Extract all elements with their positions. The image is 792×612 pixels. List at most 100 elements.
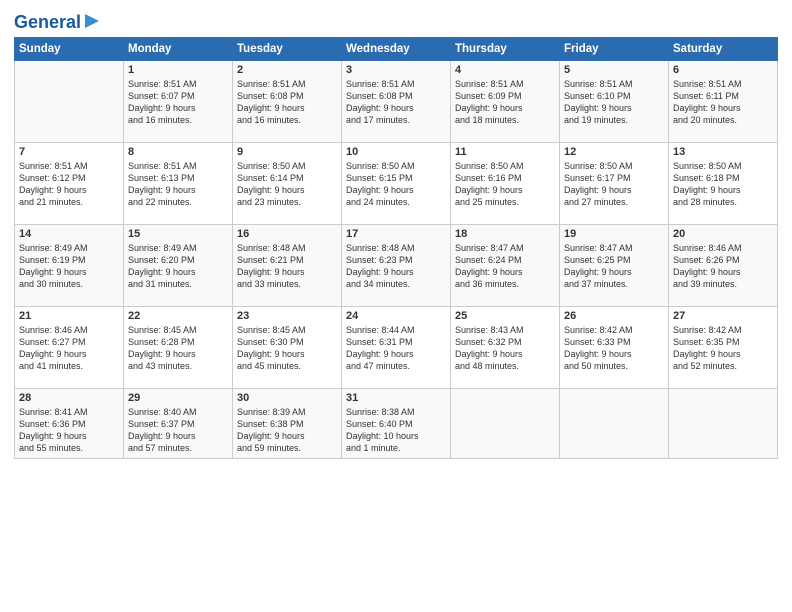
calendar-cell: 20 Sunrise: 8:46 AM Sunset: 6:26 PM Dayli… <box>669 225 778 307</box>
logo-text: General <box>14 13 81 33</box>
calendar-cell: 8 Sunrise: 8:51 AM Sunset: 6:13 PM Daylig… <box>124 143 233 225</box>
week-row-5: 28 Sunrise: 8:41 AM Sunset: 6:36 PM Dayli… <box>15 389 778 459</box>
calendar-cell: 23 Sunrise: 8:45 AM Sunset: 6:30 PM Dayli… <box>233 307 342 389</box>
day-number: 20 <box>673 228 773 240</box>
day-details: Sunrise: 8:51 AM Sunset: 6:13 PM Dayligh… <box>128 160 228 209</box>
header: General <box>14 10 778 31</box>
calendar-cell: 30Sunrise: 8:39 AM Sunset: 6:38 PM Dayli… <box>233 389 342 459</box>
day-details: Sunrise: 8:51 AM Sunset: 6:07 PM Dayligh… <box>128 78 228 127</box>
calendar-cell: 15Sunrise: 8:49 AM Sunset: 6:20 PM Dayli… <box>124 225 233 307</box>
day-number: 12 <box>564 146 664 158</box>
calendar-table: SundayMondayTuesdayWednesdayThursdayFrid… <box>14 37 778 459</box>
day-details: Sunrise: 8:51 AM Sunset: 6:08 PM Dayligh… <box>237 78 337 127</box>
day-number: 26 <box>564 310 664 322</box>
header-tuesday: Tuesday <box>233 38 342 61</box>
calendar-cell: 1Sunrise: 8:51 AM Sunset: 6:07 PM Daylig… <box>124 61 233 143</box>
calendar-cell: 29Sunrise: 8:40 AM Sunset: 6:37 PM Dayli… <box>124 389 233 459</box>
day-number: 16 <box>237 228 337 240</box>
day-number: 11 <box>455 146 555 158</box>
calendar-cell: 13 Sunrise: 8:50 AM Sunset: 6:18 PM Dayli… <box>669 143 778 225</box>
day-number: 30 <box>237 392 337 404</box>
calendar-cell: 6 Sunrise: 8:51 AM Sunset: 6:11 PM Daylig… <box>669 61 778 143</box>
day-number: 18 <box>455 228 555 240</box>
day-details: Sunrise: 8:43 AM Sunset: 6:32 PM Dayligh… <box>455 324 555 373</box>
calendar-cell: 24 Sunrise: 8:44 AM Sunset: 6:31 PM Dayli… <box>342 307 451 389</box>
day-number: 19 <box>564 228 664 240</box>
page-container: General SundayMondayTuesdayWednesdayThur… <box>0 0 792 612</box>
calendar-cell: 22 Sunrise: 8:45 AM Sunset: 6:28 PM Dayli… <box>124 307 233 389</box>
calendar-cell: 7 Sunrise: 8:51 AM Sunset: 6:12 PM Daylig… <box>15 143 124 225</box>
calendar-cell <box>15 61 124 143</box>
day-number: 31 <box>346 392 446 404</box>
day-details: Sunrise: 8:44 AM Sunset: 6:31 PM Dayligh… <box>346 324 446 373</box>
week-row-4: 21Sunrise: 8:46 AM Sunset: 6:27 PM Dayli… <box>15 307 778 389</box>
day-number: 25 <box>455 310 555 322</box>
calendar-cell: 28 Sunrise: 8:41 AM Sunset: 6:36 PM Dayli… <box>15 389 124 459</box>
day-details: Sunrise: 8:49 AM Sunset: 6:20 PM Dayligh… <box>128 242 228 291</box>
calendar-cell: 19 Sunrise: 8:47 AM Sunset: 6:25 PM Dayli… <box>560 225 669 307</box>
day-number: 7 <box>19 146 119 158</box>
day-number: 3 <box>346 64 446 76</box>
day-number: 9 <box>237 146 337 158</box>
calendar-cell: 25 Sunrise: 8:43 AM Sunset: 6:32 PM Dayli… <box>451 307 560 389</box>
week-row-3: 14 Sunrise: 8:49 AM Sunset: 6:19 PM Dayli… <box>15 225 778 307</box>
calendar-cell: 5 Sunrise: 8:51 AM Sunset: 6:10 PM Daylig… <box>560 61 669 143</box>
day-details: Sunrise: 8:42 AM Sunset: 6:35 PM Dayligh… <box>673 324 773 373</box>
day-details: Sunrise: 8:48 AM Sunset: 6:23 PM Dayligh… <box>346 242 446 291</box>
day-details: Sunrise: 8:51 AM Sunset: 6:12 PM Dayligh… <box>19 160 119 209</box>
header-row: SundayMondayTuesdayWednesdayThursdayFrid… <box>15 38 778 61</box>
day-number: 6 <box>673 64 773 76</box>
day-details: Sunrise: 8:51 AM Sunset: 6:09 PM Dayligh… <box>455 78 555 127</box>
day-details: Sunrise: 8:47 AM Sunset: 6:25 PM Dayligh… <box>564 242 664 291</box>
calendar-cell <box>669 389 778 459</box>
day-details: Sunrise: 8:41 AM Sunset: 6:36 PM Dayligh… <box>19 406 119 455</box>
calendar-cell: 2 Sunrise: 8:51 AM Sunset: 6:08 PM Daylig… <box>233 61 342 143</box>
day-number: 23 <box>237 310 337 322</box>
day-number: 24 <box>346 310 446 322</box>
calendar-cell: 10 Sunrise: 8:50 AM Sunset: 6:15 PM Dayli… <box>342 143 451 225</box>
day-details: Sunrise: 8:45 AM Sunset: 6:30 PM Dayligh… <box>237 324 337 373</box>
header-wednesday: Wednesday <box>342 38 451 61</box>
day-number: 8 <box>128 146 228 158</box>
day-details: Sunrise: 8:51 AM Sunset: 6:11 PM Dayligh… <box>673 78 773 127</box>
header-friday: Friday <box>560 38 669 61</box>
day-number: 5 <box>564 64 664 76</box>
calendar-cell: 21Sunrise: 8:46 AM Sunset: 6:27 PM Dayli… <box>15 307 124 389</box>
calendar-cell <box>451 389 560 459</box>
day-details: Sunrise: 8:50 AM Sunset: 6:17 PM Dayligh… <box>564 160 664 209</box>
calendar-cell <box>560 389 669 459</box>
day-number: 4 <box>455 64 555 76</box>
day-details: Sunrise: 8:51 AM Sunset: 6:08 PM Dayligh… <box>346 78 446 127</box>
day-number: 17 <box>346 228 446 240</box>
header-monday: Monday <box>124 38 233 61</box>
calendar-cell: 27Sunrise: 8:42 AM Sunset: 6:35 PM Dayli… <box>669 307 778 389</box>
day-details: Sunrise: 8:51 AM Sunset: 6:10 PM Dayligh… <box>564 78 664 127</box>
calendar-cell: 17 Sunrise: 8:48 AM Sunset: 6:23 PM Dayli… <box>342 225 451 307</box>
day-number: 28 <box>19 392 119 404</box>
calendar-cell: 12 Sunrise: 8:50 AM Sunset: 6:17 PM Dayli… <box>560 143 669 225</box>
header-sunday: Sunday <box>15 38 124 61</box>
day-number: 22 <box>128 310 228 322</box>
logo-arrow-icon <box>83 12 101 30</box>
day-number: 10 <box>346 146 446 158</box>
day-details: Sunrise: 8:42 AM Sunset: 6:33 PM Dayligh… <box>564 324 664 373</box>
calendar-cell: 3 Sunrise: 8:51 AM Sunset: 6:08 PM Daylig… <box>342 61 451 143</box>
header-saturday: Saturday <box>669 38 778 61</box>
day-number: 2 <box>237 64 337 76</box>
day-details: Sunrise: 8:47 AM Sunset: 6:24 PM Dayligh… <box>455 242 555 291</box>
day-number: 21 <box>19 310 119 322</box>
day-details: Sunrise: 8:48 AM Sunset: 6:21 PM Dayligh… <box>237 242 337 291</box>
calendar-cell: 9 Sunrise: 8:50 AM Sunset: 6:14 PM Daylig… <box>233 143 342 225</box>
day-details: Sunrise: 8:46 AM Sunset: 6:26 PM Dayligh… <box>673 242 773 291</box>
day-details: Sunrise: 8:50 AM Sunset: 6:14 PM Dayligh… <box>237 160 337 209</box>
calendar-cell: 31Sunrise: 8:38 AM Sunset: 6:40 PM Dayli… <box>342 389 451 459</box>
day-details: Sunrise: 8:50 AM Sunset: 6:18 PM Dayligh… <box>673 160 773 209</box>
calendar-cell: 4 Sunrise: 8:51 AM Sunset: 6:09 PM Daylig… <box>451 61 560 143</box>
day-number: 14 <box>19 228 119 240</box>
day-details: Sunrise: 8:50 AM Sunset: 6:15 PM Dayligh… <box>346 160 446 209</box>
calendar-cell: 14 Sunrise: 8:49 AM Sunset: 6:19 PM Dayli… <box>15 225 124 307</box>
day-number: 13 <box>673 146 773 158</box>
week-row-2: 7 Sunrise: 8:51 AM Sunset: 6:12 PM Daylig… <box>15 143 778 225</box>
day-details: Sunrise: 8:45 AM Sunset: 6:28 PM Dayligh… <box>128 324 228 373</box>
day-details: Sunrise: 8:49 AM Sunset: 6:19 PM Dayligh… <box>19 242 119 291</box>
